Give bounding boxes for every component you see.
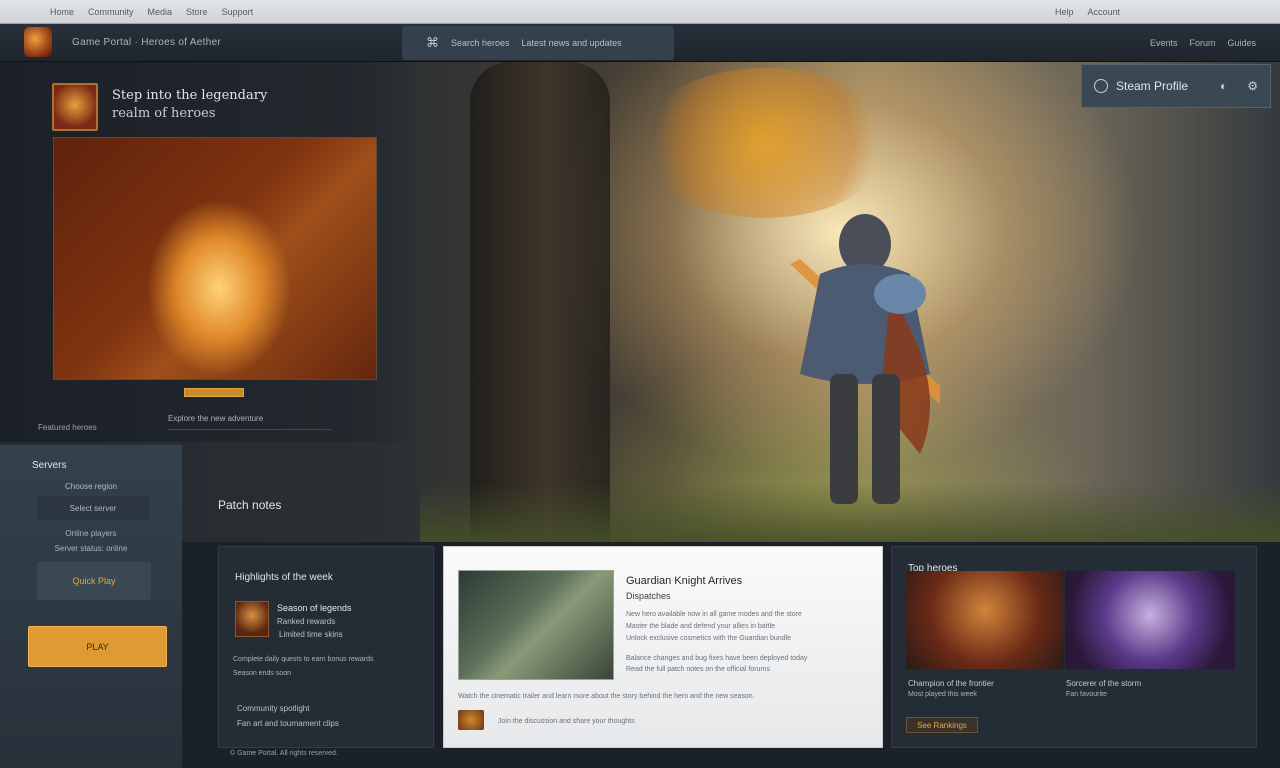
news-footer[interactable]: Join the discussion and share your thoug… bbox=[498, 718, 635, 725]
highlights-text: Complete daily quests to earn bonus rewa… bbox=[233, 656, 374, 663]
top-link-store[interactable]: Store bbox=[186, 7, 208, 17]
top-link-account[interactable]: Account bbox=[1087, 7, 1120, 17]
news-line: Unlock exclusive cosmetics with the Guar… bbox=[626, 635, 791, 642]
highlights-text: Season ends soon bbox=[233, 670, 291, 677]
top-right-links: Help Account bbox=[1055, 7, 1120, 17]
section-label: Patch notes bbox=[218, 498, 282, 512]
hero-leaves-art bbox=[640, 68, 890, 218]
top-bar: Home Community Media Store Support Help … bbox=[0, 0, 1280, 24]
highlights-thumbnail[interactable] bbox=[235, 601, 269, 637]
server-panel-title: Servers bbox=[32, 460, 67, 471]
news-body: Watch the cinematic trailer and learn mo… bbox=[458, 693, 755, 700]
top-link-support[interactable]: Support bbox=[222, 7, 254, 17]
play-button[interactable]: PLAY bbox=[28, 626, 167, 667]
top-link-media[interactable]: Media bbox=[148, 7, 173, 17]
top-link-community[interactable]: Community bbox=[88, 7, 134, 17]
header-link-events[interactable]: Events bbox=[1150, 38, 1178, 48]
hero-title: Step into the legendary realm of heroes bbox=[112, 88, 268, 121]
news-line: Master the blade and defend your allies … bbox=[626, 623, 776, 630]
header: Game Portal · Heroes of Aether ⌘ Search … bbox=[0, 24, 1280, 62]
server-panel-subtitle: Choose region bbox=[64, 482, 118, 491]
server-panel: Servers Choose region Select server Onli… bbox=[0, 444, 182, 768]
highlights-line: Limited time skins bbox=[279, 630, 343, 639]
news-line: Read the full patch notes on the officia… bbox=[626, 666, 770, 673]
hero-name: Champion of the frontier bbox=[908, 679, 994, 688]
quick-play-button[interactable]: Quick Play bbox=[37, 562, 151, 600]
hero-tree-art bbox=[470, 62, 610, 542]
hero-knight-illustration bbox=[790, 214, 940, 504]
steam-icon bbox=[1094, 79, 1108, 93]
highlights-heading[interactable]: Season of legends bbox=[277, 603, 352, 613]
top-link-home[interactable]: Home bbox=[50, 7, 74, 17]
hero-name: Sorcerer of the storm bbox=[1066, 679, 1142, 688]
notification-icon[interactable]: ◐ bbox=[1220, 79, 1227, 93]
news-line: Balance changes and bug fixes have been … bbox=[626, 655, 808, 662]
hero-portrait[interactable] bbox=[906, 571, 1064, 669]
header-links: Events Forum Guides bbox=[1150, 38, 1256, 48]
highlights-text: Fan art and tournament clips bbox=[237, 719, 339, 728]
footer-note: © Game Portal. All rights reserved. bbox=[230, 750, 338, 757]
carousel-indicator[interactable] bbox=[184, 388, 244, 397]
news-image[interactable] bbox=[458, 570, 614, 680]
game-crest-icon bbox=[52, 83, 98, 131]
settings-icon[interactable]: ⚙ bbox=[1247, 79, 1258, 93]
logo-icon[interactable] bbox=[24, 27, 52, 57]
news-title[interactable]: Guardian Knight Arrives bbox=[626, 575, 742, 587]
hero-stat: Fan favourite bbox=[1066, 691, 1107, 698]
see-rankings-button[interactable]: See Rankings bbox=[906, 717, 978, 733]
news-line: New hero available now in all game modes… bbox=[626, 611, 802, 618]
hero-stat: Most played this week bbox=[908, 691, 977, 698]
top-heroes-card: Top heroes Champion of the frontier Most… bbox=[891, 546, 1257, 748]
search-label: Latest news and updates bbox=[521, 38, 622, 48]
hero-caption[interactable]: Explore the new adventure bbox=[168, 414, 332, 430]
highlights-title: Highlights of the week bbox=[235, 572, 333, 583]
highlights-line: Ranked rewards bbox=[277, 617, 336, 626]
search-input[interactable]: Search heroes bbox=[451, 38, 510, 48]
logo-text[interactable]: Game Portal · Heroes of Aether bbox=[72, 37, 221, 48]
server-status: Server status: online bbox=[54, 544, 128, 553]
hero-portrait[interactable] bbox=[1065, 571, 1235, 669]
top-links: Home Community Media Store Support bbox=[50, 7, 253, 17]
gamepad-icon: ⌘ bbox=[426, 35, 439, 50]
profile-badge[interactable]: Steam Profile ◐ ⚙ bbox=[1081, 64, 1271, 108]
side-caption: Featured heroes bbox=[38, 423, 97, 432]
header-link-forum[interactable]: Forum bbox=[1189, 38, 1215, 48]
top-link-help[interactable]: Help bbox=[1055, 7, 1074, 17]
highlights-text[interactable]: Community spotlight bbox=[237, 704, 309, 713]
featured-image[interactable] bbox=[53, 137, 377, 380]
profile-label: Steam Profile bbox=[1116, 79, 1189, 93]
news-card: Guardian Knight Arrives Dispatches New h… bbox=[443, 546, 883, 748]
server-select[interactable]: Select server bbox=[37, 496, 149, 520]
server-online-count: Online players bbox=[65, 529, 117, 538]
header-link-guides[interactable]: Guides bbox=[1227, 38, 1256, 48]
news-subtitle: Dispatches bbox=[626, 591, 671, 601]
highlights-card: Highlights of the week Season of legends… bbox=[218, 546, 434, 748]
search-bar[interactable]: ⌘ Search heroes Latest news and updates bbox=[402, 26, 674, 60]
news-avatar bbox=[458, 710, 484, 730]
